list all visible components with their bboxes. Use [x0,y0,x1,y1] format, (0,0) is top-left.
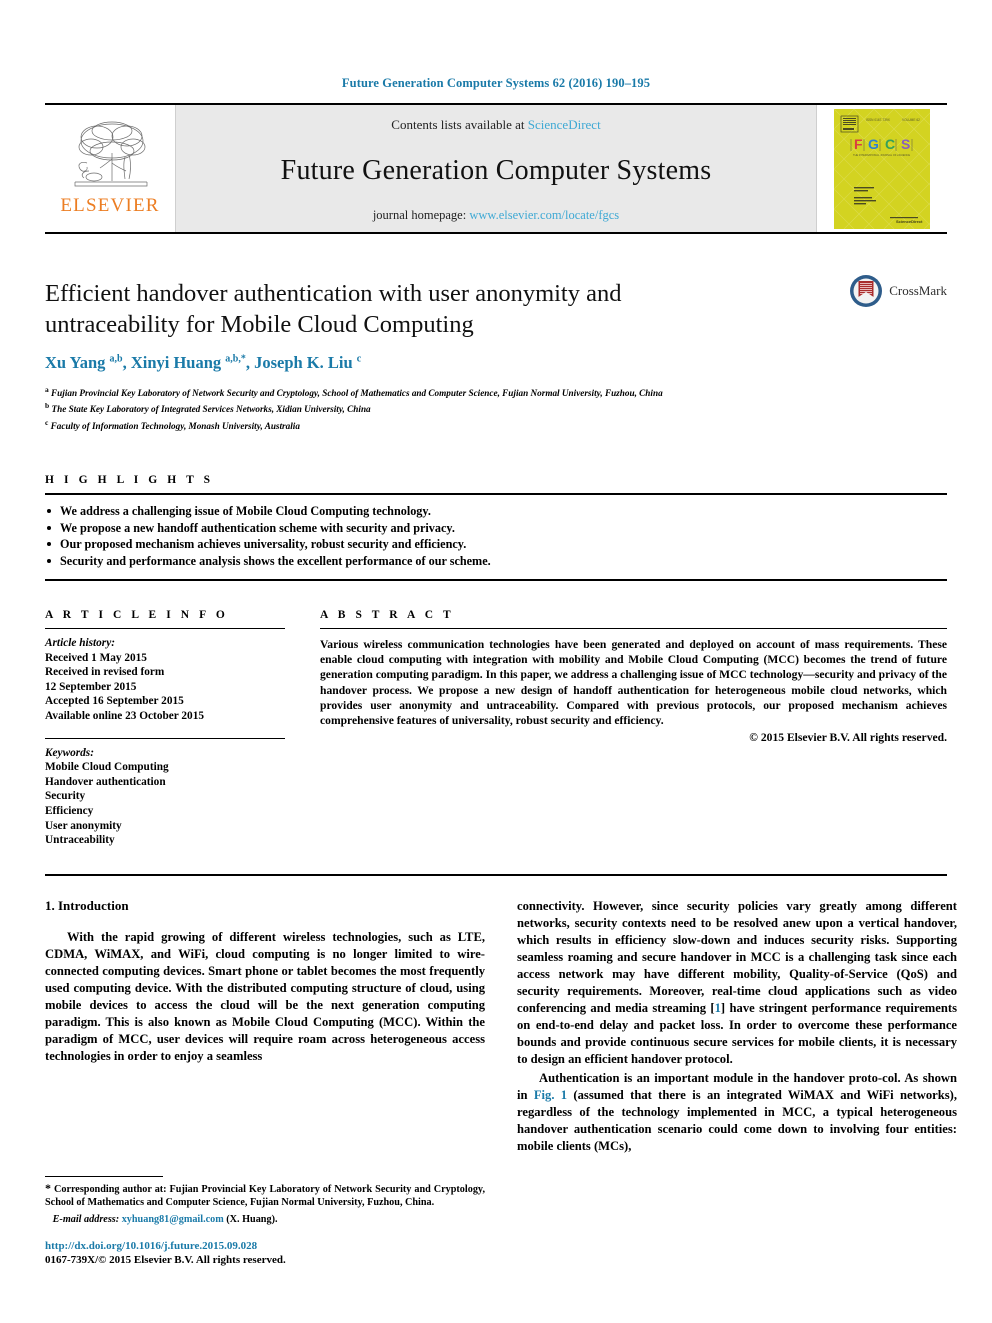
section-title: 1. Introduction [45,898,485,914]
list-item: We propose a new handoff authentication … [45,520,947,536]
journal-homepage-line: journal homepage: www.elsevier.com/locat… [373,208,619,223]
affiliation-text: Faculty of Information Technology, Monas… [50,421,300,431]
email-note: E-mail address: xyhuang81@gmail.com (X. … [45,1214,485,1225]
svg-text:VOLUME 62: VOLUME 62 [902,118,920,122]
highlights-heading: H I G H L I G H T S [45,474,214,487]
paper-page: Future Generation Computer Systems 62 (2… [0,0,992,1323]
body-columns: 1. Introduction With the rapid growing o… [45,898,957,1268]
body-right-column: connectivity. However, since security po… [517,898,957,1268]
journal-cover-thumbnail: ISSN 0167-739X VOLUME 62 F G C S THE INT… [816,105,947,232]
article-info-heading: A R T I C L E I N F O [45,609,229,622]
keyword-item: Mobile Cloud Computing [45,761,169,774]
body-left-column: 1. Introduction With the rapid growing o… [45,898,485,1268]
article-history: Article history: Received 1 May 2015 Rec… [45,636,285,724]
crossmark-badge[interactable]: CrossMark [849,274,947,308]
contents-prefix: Contents lists available at [391,117,528,132]
paragraph: connectivity. However, since security po… [517,898,957,1068]
paragraph-part: connectivity. However, since security po… [517,898,957,1015]
abstract-column: A B S T R A C T Various wireless communi… [320,609,947,848]
doi-block: http://dx.doi.org/10.1016/j.future.2015.… [45,1239,485,1268]
svg-text:S: S [901,136,910,152]
keywords-block: Keywords: Mobile Cloud Computing Handove… [45,746,285,848]
article-info-rule [45,628,285,630]
article-info-column: A R T I C L E I N F O Article history: R… [45,609,285,848]
elsevier-tree-icon [74,121,148,186]
contents-list-line: Contents lists available at ScienceDirec… [391,117,600,133]
keyword-item: Untraceability [45,834,115,847]
affiliation-marker: c [45,417,49,427]
affiliation-text: The State Key Laboratory of Integrated S… [51,404,371,415]
info-abstract-section: A R T I C L E I N F O Article history: R… [45,609,947,848]
keyword-item: Security [45,790,86,803]
keywords-rule [45,737,285,739]
article-history-label: Article history: [45,637,115,650]
svg-text:ISSN 0167-739X: ISSN 0167-739X [866,118,891,122]
elsevier-logo: ELSEVIER [45,105,176,232]
affiliation-item: a Fujian Provincial Key Laboratory of Ne… [45,384,947,399]
journal-title: Future Generation Computer Systems [280,154,712,186]
footnote-block: * Corresponding author at: Fujian Provin… [45,1175,485,1268]
article-history-item: Received in revised form [45,666,165,679]
svg-text:ScienceDirect: ScienceDirect [896,219,923,224]
running-head: Future Generation Computer Systems 62 (2… [341,76,651,90]
keyword-item: Handover authentication [45,775,166,788]
abstract-copyright: © 2015 Elsevier B.V. All rights reserved… [749,731,947,745]
article-history-item: Available online 23 October 2015 [45,710,204,722]
affiliation-marker: a [45,385,49,394]
journal-homepage-link[interactable]: www.elsevier.com/locate/fgcs [469,208,619,222]
email-owner: (X. Huang). [226,1213,278,1225]
corresponding-author-text: Corresponding author at: Fujian Provinci… [45,1183,485,1209]
section-number: 1. [45,897,55,913]
body-top-rule [45,873,947,876]
highlights-list: We address a challenging issue of Mobile… [45,503,947,569]
abstract-heading: A B S T R A C T [320,609,455,622]
crossmark-icon [850,275,883,307]
svg-text:THE INTERNATIONAL JOURNAL OF e: THE INTERNATIONAL JOURNAL OF eSCIENCE [853,153,910,157]
issn-copyright-line: 0167-739X/© 2015 Elsevier B.V. All right… [45,1254,286,1267]
elsevier-wordmark: ELSEVIER [60,194,160,216]
article-history-item: 12 September 2015 [45,680,137,693]
svg-text:F: F [854,136,863,152]
title-block: Efficient handover authentication with u… [45,275,947,373]
email-label: E-mail address: [52,1213,120,1225]
highlights-top-rule [45,493,947,496]
paragraph: With the rapid growing of different wire… [45,929,485,1063]
highlights-bottom-rule [45,579,947,582]
figure-ref-1[interactable]: Fig. 1 [534,1088,567,1102]
svg-text:G: G [868,136,879,152]
footnote-rule [45,1175,163,1177]
masthead-center: Contents lists available at ScienceDirec… [176,105,816,232]
paragraph: Authentication is an important module in… [517,1070,957,1155]
corresponding-author-note: * Corresponding author at: Fujian Provin… [45,1180,485,1210]
homepage-prefix: journal homepage: [372,208,470,222]
doi-link[interactable]: http://dx.doi.org/10.1016/j.future.2015.… [45,1239,485,1254]
affiliation-text: Fujian Provincial Key Laboratory of Netw… [51,388,663,399]
abstract-body: Various wireless communication technolog… [320,638,947,728]
article-history-item: Accepted 16 September 2015 [45,695,184,708]
keywords-label: Keywords: [45,746,94,759]
svg-text:C: C [885,136,895,152]
affiliation-item: c Faculty of Information Technology, Mon… [45,417,947,432]
sciencedirect-link[interactable]: ScienceDirect [528,117,601,132]
keyword-item: Efficiency [45,804,94,817]
article-history-item: Received 1 May 2015 [45,651,147,664]
paragraph-part: (assumed that there is an integrated WiM… [517,1087,957,1153]
section-name: Introduction [58,897,129,913]
email-link[interactable]: xyhuang81@gmail.com [122,1214,224,1225]
author-list: Xu Yang a,b, Xinyi Huang a,b,*, Joseph K… [45,353,362,372]
highlights-section: H I G H L I G H T S We address a challen… [45,474,947,582]
list-item: Our proposed mechanism achieves universa… [45,536,947,552]
abstract-rule [320,628,947,630]
fgcs-cover-icon: ISSN 0167-739X VOLUME 62 F G C S THE INT… [834,108,930,229]
crossmark-label: CrossMark [889,283,947,298]
list-item: We address a challenging issue of Mobile… [45,503,947,519]
affiliation-list: a Fujian Provincial Key Laboratory of Ne… [45,384,947,432]
journal-masthead: ELSEVIER Contents lists available at Sci… [45,103,947,234]
page-title: Efficient handover authentication with u… [45,280,622,338]
affiliation-marker: b [45,401,50,411]
affiliation-item: b The State Key Laboratory of Integrated… [45,400,947,415]
asterisk-icon: * [45,1180,51,1195]
list-item: Security and performance analysis shows … [45,553,947,569]
keyword-item: User anonymity [45,819,122,832]
